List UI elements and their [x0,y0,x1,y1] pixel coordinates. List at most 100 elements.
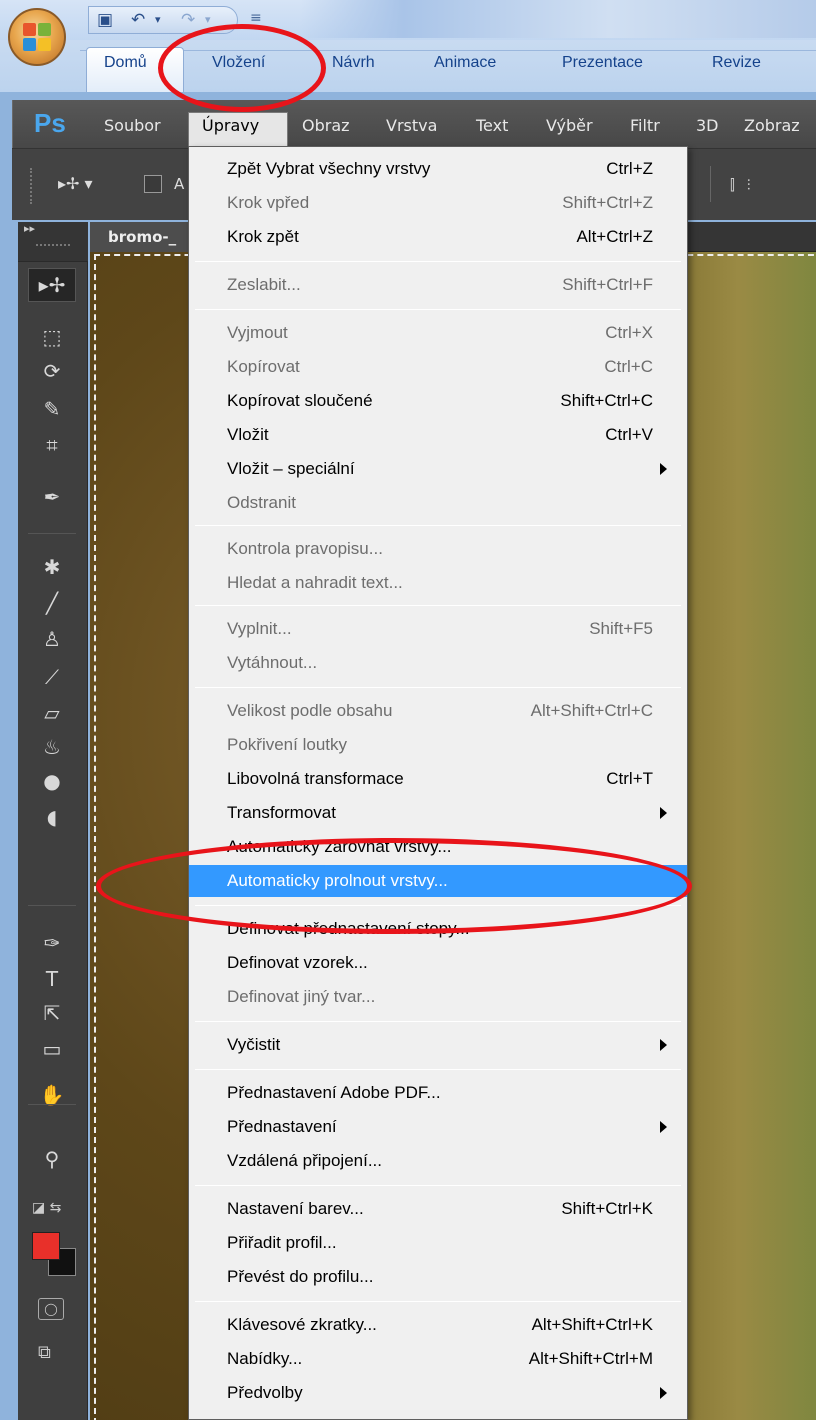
menu-item-kopirovat: Kopírovat Ctrl+C [189,351,687,383]
annotation-ellipse-vlozeni [158,24,326,112]
hand-tool-icon[interactable]: ✋ [28,1078,76,1112]
zoom-tool-icon[interactable]: ⚲ [28,1142,76,1176]
undo-icon[interactable]: ↶ [131,10,145,30]
tab-revize[interactable]: Revize [712,54,761,72]
foreground-color-swatch[interactable] [32,1232,60,1260]
menu-item-nastaveni-barev[interactable]: Nastavení barev... Shift+Ctrl+K [189,1193,687,1225]
menu-item-vycistit[interactable]: Vyčistit [189,1029,687,1061]
tool-divider [28,905,76,906]
healing-brush-tool-icon[interactable]: ✱ [28,550,76,584]
menu-item-label: Vzdálená připojení... [227,1151,382,1170]
rectangle-tool-icon[interactable]: ▭ [28,1032,76,1066]
annotation-ellipse-auto-blend [96,838,692,934]
menu-item-nabidky[interactable]: Nabídky... Alt+Shift+Ctrl+M [189,1343,687,1375]
brush-tool-icon[interactable]: ╱ [28,586,76,620]
quick-selection-tool-icon[interactable]: ✎ [28,392,76,426]
menu-item-predvolby[interactable]: Předvolby [189,1377,687,1409]
history-brush-tool-icon[interactable]: ⟋ [28,660,76,694]
menu-item-velikost-podle-obsahu: Velikost podle obsahu Alt+Shift+Ctrl+C [189,695,687,727]
tab-animace[interactable]: Animace [434,54,496,72]
default-swap-colors-icon[interactable]: ◪ ⇆ [32,1200,61,1216]
office-title-blur [300,0,816,38]
menu-soubor[interactable]: Soubor [104,116,161,135]
dodge-tool-icon[interactable]: ◖ [28,800,76,834]
menu-item-libovolna-transformace[interactable]: Libovolná transformace Ctrl+T [189,763,687,795]
menu-separator [195,525,681,526]
quick-mask-icon[interactable]: ◯ [38,1298,64,1320]
type-tool-icon[interactable]: T [28,962,76,996]
menu-separator [195,261,681,262]
menu-item-label: Definovat jiný tvar... [227,987,376,1006]
auto-select-checkbox[interactable] [144,175,162,193]
pen-tool-icon[interactable]: ✑ [28,926,76,960]
eyedropper-tool-icon[interactable]: ✒ [28,480,76,514]
eraser-tool-icon[interactable]: ▱ [28,696,76,730]
menu-item-label: Krok vpřed [227,193,310,212]
menu-item-label: Vyplnit... [227,619,292,638]
menu-vyber[interactable]: Výběr [546,116,593,135]
menu-item-label: Vyjmout [227,323,288,342]
menu-item-shortcut: Shift+Ctrl+Z [562,193,653,212]
paint-bucket-tool-icon[interactable]: ♨ [28,730,76,764]
menu-item-vlozit-specialni[interactable]: Vložit – speciální [189,453,687,485]
align-icons[interactable]: ⫿⫶ [730,176,763,194]
tool-divider [28,1104,76,1105]
menu-item-priradit-profil[interactable]: Přiřadit profil... [189,1227,687,1259]
tab-navrh[interactable]: Návrh [332,54,375,72]
menu-3d[interactable]: 3D [696,116,719,135]
office-button-icon[interactable] [8,8,66,66]
menu-item-vlozit[interactable]: Vložit Ctrl+V [189,419,687,451]
menu-item-shortcut: Ctrl+V [605,425,653,444]
collapse-panel-icon[interactable]: ▸▸ [24,222,35,235]
menu-item-label: Kopírovat [227,357,300,376]
tab-domu[interactable]: Domů [104,54,147,72]
menu-item-shortcut: Ctrl+T [606,769,653,788]
move-tool-icon[interactable]: ▸✢ [28,268,76,302]
menu-text[interactable]: Text [476,116,508,135]
menu-filtr[interactable]: Filtr [630,116,660,135]
menu-vrstva[interactable]: Vrstva [386,116,437,135]
menu-separator [195,309,681,310]
menu-item-prednastaveni-adobe-pdf[interactable]: Přednastavení Adobe PDF... [189,1077,687,1109]
menu-item-definovat-vzorek[interactable]: Definovat vzorek... [189,947,687,979]
move-tool-preset-icon[interactable]: ▸✢ ▾ [58,174,93,193]
menu-item-vyjmout: Vyjmout Ctrl+X [189,317,687,349]
menu-item-label: Vložit – speciální [227,459,355,478]
menu-item-kopirovat-sloucene[interactable]: Kopírovat sloučené Shift+Ctrl+C [189,385,687,417]
clone-stamp-tool-icon[interactable]: ♙ [28,622,76,656]
menu-item-shortcut: Shift+Ctrl+C [560,391,653,410]
path-selection-tool-icon[interactable]: ⇱ [28,996,76,1030]
menu-item-label: Kopírovat sloučené [227,391,373,410]
menu-item-label: Vytáhnout... [227,653,318,672]
orb-square-green [38,23,51,36]
redo-icon[interactable]: ↷ [181,10,195,30]
menu-item-label: Velikost podle obsahu [227,701,393,720]
menu-item-label: Přednastavení Adobe PDF... [227,1083,441,1102]
menu-item-prevest-do-profilu[interactable]: Převést do profilu... [189,1261,687,1293]
save-icon[interactable]: ▣ [97,10,113,30]
menu-item-shortcut: Shift+Ctrl+F [562,275,653,294]
toolbox-grip[interactable] [36,244,70,248]
menu-upravy[interactable]: Úpravy [202,116,259,135]
crop-tool-icon[interactable]: ⌗ [28,428,76,462]
screen-mode-icon[interactable]: ⧉ [38,1342,51,1363]
undo-dropdown-icon[interactable]: ▾ [155,10,161,30]
menu-obraz[interactable]: Obraz [302,116,350,135]
tab-prezentace[interactable]: Prezentace [562,54,643,72]
menu-item-label: Odstranit [227,493,296,512]
submenu-arrow-icon [660,807,667,819]
blur-tool-icon[interactable]: ● [28,764,76,798]
menu-item-klavesove-zkratky[interactable]: Klávesové zkratky... Alt+Shift+Ctrl+K [189,1309,687,1341]
menu-item-shortcut: Shift+Ctrl+K [561,1199,653,1218]
marquee-tool-icon[interactable]: ⬚ [28,320,76,354]
menu-item-transformovat[interactable]: Transformovat [189,797,687,829]
menu-zobraz[interactable]: Zobraz [744,116,800,135]
menu-item-vzdalena-pripojeni[interactable]: Vzdálená připojení... [189,1145,687,1177]
menu-item-zpet-vybrat-vsechny-vrstvy[interactable]: Zpět Vybrat všechny vrstvy Ctrl+Z [189,153,687,185]
menu-item-label: Zeslabit... [227,275,301,294]
menu-item-prednastaveni[interactable]: Přednastavení [189,1111,687,1143]
menu-item-label: Transformovat [227,803,336,822]
options-bar-grip[interactable] [30,168,36,204]
lasso-tool-icon[interactable]: ⟳ [28,354,76,388]
menu-item-krok-zpet[interactable]: Krok zpět Alt+Ctrl+Z [189,221,687,253]
